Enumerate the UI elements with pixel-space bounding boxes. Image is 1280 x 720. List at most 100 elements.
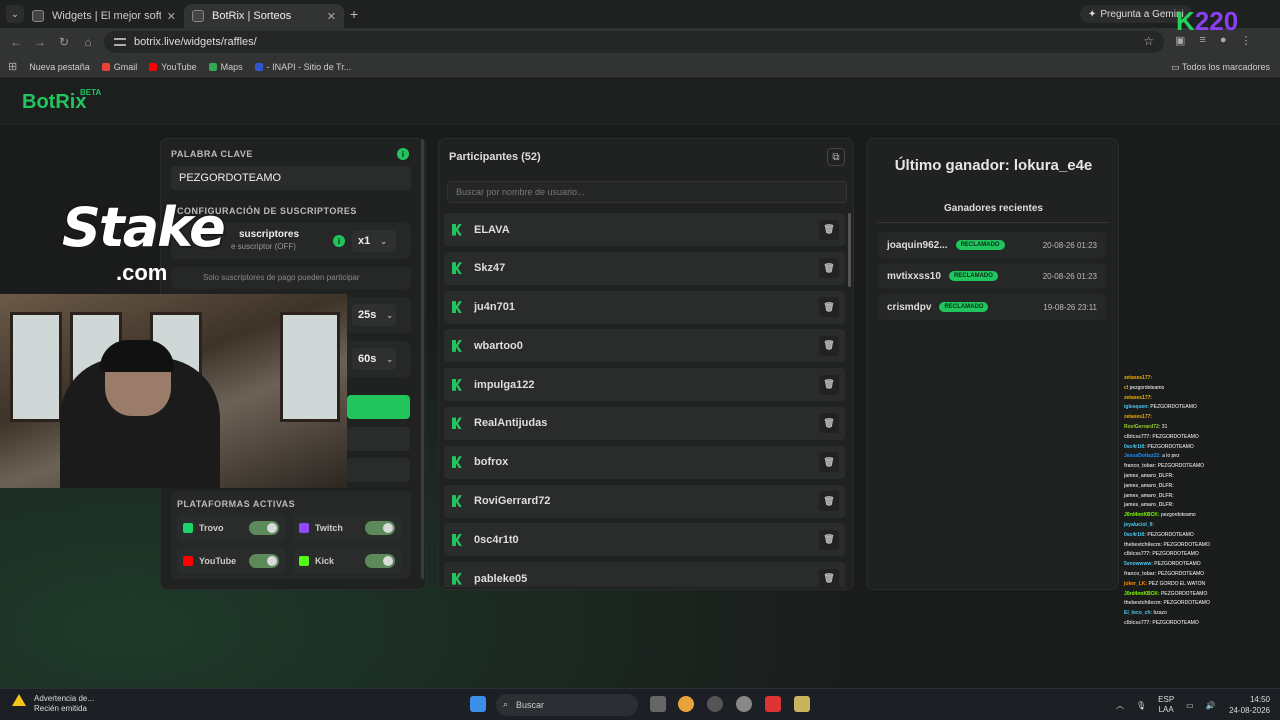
home-icon[interactable]: ⌂ [76, 35, 100, 49]
chrome-icon[interactable] [678, 696, 694, 712]
participant-scrollbar[interactable] [848, 213, 851, 287]
close-tab-icon[interactable]: ✕ [327, 10, 336, 23]
network-icon[interactable]: ▭ [1186, 701, 1194, 710]
chevron-down-icon: ⌄ [386, 354, 394, 364]
kick-icon [299, 556, 309, 566]
gmail-icon [101, 62, 110, 71]
warning-subtitle: Recién emitida [34, 704, 87, 713]
trovo-toggle[interactable] [249, 521, 279, 535]
claimed-badge: RECLAMADO [955, 240, 1005, 250]
trash-icon[interactable]: 🗑 [819, 335, 839, 356]
media-player-icon[interactable] [736, 696, 752, 712]
chevron-up-icon[interactable]: ︿ [1116, 700, 1124, 711]
site-settings-icon[interactable] [114, 38, 126, 46]
trash-icon[interactable]: 🗑 [819, 413, 839, 434]
chat-username: 0sc4r1t0: [1124, 531, 1146, 538]
warning-notification[interactable]: Advertencia de... Recién emitida [12, 694, 94, 714]
trash-icon[interactable]: 🗑 [819, 568, 839, 587]
botrix-logo[interactable]: BotRix BETA [22, 88, 101, 114]
trash-icon[interactable]: 🗑 [819, 452, 839, 473]
winner-name: crismdpv [887, 301, 932, 313]
timer1-select[interactable]: 25s ⌄ [352, 304, 396, 326]
participant-name: impulga122 [474, 378, 535, 391]
trash-icon[interactable]: 🗑 [819, 297, 839, 318]
taskbar-search-label: Buscar [516, 700, 545, 710]
subs-multiplier-select[interactable]: x1 ⌄ [352, 230, 396, 252]
tab-title: Widgets | El mejor software par [52, 10, 161, 22]
info-icon[interactable]: i [333, 235, 345, 247]
keyword-input[interactable]: PEZGORDOTEAMO [171, 166, 411, 190]
chevron-down-icon: ⌄ [380, 236, 387, 246]
youtube-toggle[interactable] [249, 554, 279, 568]
bookmark-maps[interactable]: Maps [208, 62, 243, 72]
address-bar[interactable]: botrix.live/widgets/raffles/ ☆ [104, 31, 1164, 53]
chat-text: PEZGORDOTEAMO [1154, 561, 1201, 568]
trash-icon[interactable]: 🗑 [819, 374, 839, 395]
language-indicator[interactable]: ESP LAA [1158, 695, 1174, 715]
bookmark-label: - INAPI - Sitio de Tr... [266, 61, 352, 72]
participants-panel: Participantes (52) ⧉ Buscar por nombre d… [438, 138, 854, 590]
kick-toggle[interactable] [365, 554, 395, 568]
app-yellow-icon[interactable] [794, 696, 810, 712]
chat-text: 31 [1161, 423, 1168, 430]
claimed-badge: RECLAMADO [948, 271, 998, 281]
secondary-button[interactable] [347, 427, 410, 451]
top-nav: BotRix BETA [0, 79, 1280, 125]
kick-icon [452, 301, 462, 314]
twitch-toggle[interactable] [365, 521, 395, 535]
new-tab-plus-icon[interactable]: + [350, 6, 358, 22]
app-red-icon[interactable] [765, 696, 781, 712]
last-winner-title: Último ganador: lokura_e4e [894, 157, 1093, 174]
microphone-icon[interactable]: 🎙 [1136, 701, 1146, 710]
stake-logo-domain: .com [116, 260, 168, 285]
all-bookmarks-label: Todos los marcadores [1181, 62, 1270, 72]
trash-icon[interactable]: 🗑 [819, 258, 839, 279]
trash-icon[interactable]: 🗑 [819, 491, 839, 512]
gemini-button[interactable]: ✦ Pregunta a Gemini [1080, 5, 1192, 23]
participant-row: RoviGerrard72 🗑 [444, 484, 845, 518]
bookmark-star-icon[interactable]: ☆ [1143, 34, 1154, 48]
forward-arrow-icon[interactable]: → [28, 35, 52, 49]
kick-icon [452, 495, 462, 508]
tab-botrix[interactable]: BotRix | Sorteos ✕ [184, 4, 344, 28]
trash-icon[interactable]: 🗑 [819, 529, 839, 550]
reload-icon[interactable]: ↻ [52, 35, 76, 49]
select-value: x1 [358, 235, 371, 247]
chat-username: 5snowwww: [1124, 561, 1153, 568]
tab-widgets[interactable]: Widgets | El mejor software par ✕ [24, 4, 184, 28]
settings-scrollbar[interactable] [421, 139, 424, 579]
all-bookmarks[interactable]: ▭ Todos los marcadores [1171, 62, 1270, 73]
obs-icon[interactable] [707, 696, 723, 712]
bookmark-youtube[interactable]: YouTube [149, 62, 197, 72]
tab-search-button[interactable]: ⌄ [6, 5, 24, 23]
chat-message: clblcss777: PEZGORDOTEAMO [1124, 433, 1280, 443]
chat-username: james_amaro_DLFR: [1124, 502, 1174, 509]
start-raffle-button[interactable] [347, 395, 410, 419]
system-clock[interactable]: 14:50 24-08-2026 [1224, 694, 1270, 716]
menu-dots-icon[interactable]: ⋮ [1240, 34, 1251, 47]
participant-row: ju4n701 🗑 [444, 290, 845, 324]
back-arrow-icon[interactable]: ← [4, 35, 28, 49]
volume-icon[interactable]: 🔊 [1206, 701, 1216, 710]
winner-name: joaquin962... [887, 239, 948, 251]
participant-row: RealAntijudas 🗑 [444, 406, 845, 440]
taskbar-search[interactable]: ⌕ Buscar [496, 694, 638, 716]
bookmark-new-tab[interactable]: Nueva pestaña [29, 62, 90, 72]
trash-icon[interactable]: 🗑 [819, 219, 839, 240]
close-tab-icon[interactable]: ✕ [167, 10, 176, 23]
winner-name: mvtixxss10 [887, 270, 941, 282]
apps-grid-icon[interactable]: ⊞ [8, 60, 17, 73]
task-view-icon[interactable] [650, 696, 666, 712]
copy-icon[interactable]: ⧉ [827, 148, 845, 166]
chat-message: franco_tobar: PEZGORDOTEAMO [1124, 462, 1280, 472]
info-icon[interactable]: i [397, 148, 409, 160]
tertiary-button[interactable] [347, 458, 410, 482]
webcam-overlay [0, 294, 347, 488]
timer2-select[interactable]: 60s ⌄ [352, 348, 396, 370]
chat-message: RoviGerrard72: 31 [1124, 423, 1280, 433]
chat-username: J0rd4nnKBCK: [1124, 590, 1160, 597]
bookmark-inapi[interactable]: - INAPI - Sitio de Tr... [254, 61, 352, 72]
bookmark-gmail[interactable]: Gmail [101, 62, 137, 72]
participant-search-input[interactable]: Buscar por nombre de usuario... [447, 181, 847, 203]
start-windows-icon[interactable] [470, 696, 486, 712]
